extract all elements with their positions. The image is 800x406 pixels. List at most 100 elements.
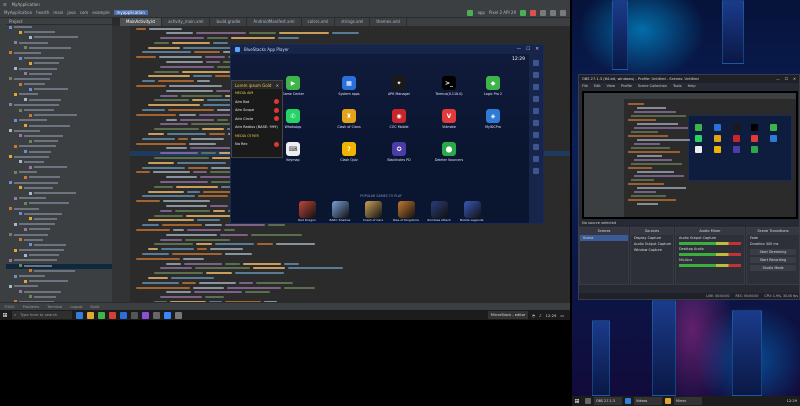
android-app-icon[interactable]: ? Clash Quiz bbox=[334, 142, 364, 162]
status-logcat[interactable]: Logcat bbox=[70, 305, 82, 309]
taskbar-window-button[interactable]: OBS 27.1.3 bbox=[594, 397, 622, 405]
status-terminal[interactable]: Terminal bbox=[47, 305, 62, 309]
android-app-icon[interactable]: >_ Termux(0.118.0) bbox=[434, 76, 464, 96]
screenshot-icon[interactable] bbox=[533, 96, 539, 102]
breadcrumb-0[interactable]: MyApplication bbox=[4, 10, 32, 15]
start-recording-button[interactable]: Start Recording bbox=[750, 257, 796, 263]
popular-game-tile[interactable]: Red Dragon Legend bbox=[293, 201, 321, 223]
popular-game-tile[interactable]: RAID: Shadow Legends bbox=[326, 201, 354, 223]
app-icon[interactable] bbox=[665, 398, 671, 404]
location-icon[interactable] bbox=[533, 120, 539, 126]
status-problems[interactable]: Problems bbox=[23, 305, 40, 309]
editor-tab[interactable]: themes.xml bbox=[370, 18, 407, 26]
sync-icon[interactable] bbox=[540, 9, 546, 16]
play-icon[interactable] bbox=[520, 9, 526, 16]
breadcrumb-6[interactable]: myapplication bbox=[113, 10, 148, 15]
toggle-switch[interactable] bbox=[274, 107, 279, 113]
menu-icon[interactable]: ☰ bbox=[3, 2, 7, 7]
back-icon[interactable] bbox=[533, 168, 539, 174]
toggle-switch[interactable] bbox=[274, 141, 279, 147]
editor-tab[interactable]: strings.xml bbox=[335, 18, 371, 26]
status-todo[interactable]: TODO bbox=[4, 305, 15, 309]
close-icon[interactable]: ✕ bbox=[535, 47, 539, 52]
editor-tab[interactable]: build.gradle bbox=[210, 18, 248, 26]
android-studio-icon[interactable] bbox=[98, 311, 105, 319]
android-app-icon[interactable]: V Vidmate bbox=[434, 109, 464, 129]
editor-tab[interactable]: activity_main.xml bbox=[162, 18, 211, 26]
volume-meter[interactable] bbox=[679, 253, 741, 256]
duration-value[interactable]: 300 ms bbox=[766, 242, 779, 246]
taskbar-clock[interactable]: 12:29 bbox=[545, 313, 556, 318]
network-icon[interactable]: ◔ bbox=[532, 313, 535, 318]
obs-preview[interactable] bbox=[582, 91, 798, 219]
android-app-icon[interactable]: ◉ COC Mobile bbox=[384, 109, 414, 129]
studio-mode-button[interactable]: Studio Mode bbox=[750, 265, 796, 271]
obs-menu-item[interactable]: Scene Collection bbox=[638, 84, 667, 88]
editor-tab[interactable]: colors.xml bbox=[302, 18, 336, 26]
obs-menu-item[interactable]: File bbox=[582, 84, 588, 88]
obs-menu-item[interactable]: View bbox=[607, 84, 615, 88]
close-icon[interactable]: ✕ bbox=[276, 83, 279, 88]
mod-menu-toggle[interactable]: Aim Bot bbox=[232, 98, 282, 107]
volume-icon[interactable] bbox=[533, 72, 539, 78]
status-build[interactable]: Build bbox=[90, 305, 99, 309]
settings-icon[interactable] bbox=[533, 156, 539, 162]
mod-menu-toggle[interactable]: Aim Circle bbox=[232, 115, 282, 124]
app-icon[interactable] bbox=[153, 311, 160, 319]
popular-game-tile[interactable]: Zombies Attack bbox=[425, 201, 453, 223]
minimize-icon[interactable]: — bbox=[517, 47, 522, 52]
taskbar-window-button[interactable]: Mirror bbox=[674, 397, 702, 405]
taskbar-window-button[interactable]: MirrorStack - editor bbox=[487, 311, 528, 319]
task-view-icon[interactable] bbox=[76, 311, 83, 319]
stop-icon[interactable] bbox=[530, 9, 536, 16]
editor-tab[interactable]: AndroidManifest.xml bbox=[247, 18, 302, 26]
start-streaming-button[interactable]: Start Streaming bbox=[750, 249, 796, 255]
mod-menu-toggle[interactable]: Aim Radius (BASE: 999) bbox=[232, 123, 282, 132]
mod-menu-toggle[interactable]: Aim Scope bbox=[232, 106, 282, 115]
fullscreen-icon[interactable] bbox=[533, 60, 539, 66]
volume-meter[interactable] bbox=[679, 242, 741, 245]
device-selector[interactable]: Pixel 2 API 29 bbox=[489, 10, 516, 15]
android-app-icon[interactable]: ✦ APK Manager bbox=[384, 76, 414, 96]
search-icon[interactable] bbox=[560, 9, 566, 16]
editor-tab[interactable]: MainActivity.kt bbox=[120, 18, 163, 26]
file-explorer-icon[interactable] bbox=[87, 311, 94, 319]
minimize-icon[interactable]: — bbox=[776, 77, 780, 81]
app-icon[interactable] bbox=[625, 398, 631, 404]
popular-game-tile[interactable]: Crash of Cars bbox=[359, 201, 387, 223]
close-icon[interactable]: ✕ bbox=[793, 77, 796, 81]
maximize-icon[interactable]: ☐ bbox=[526, 47, 530, 52]
toggle-switch[interactable] bbox=[274, 116, 279, 122]
obs-icon[interactable] bbox=[131, 311, 138, 319]
android-app-icon[interactable]: ◈ MyIDCPro bbox=[478, 109, 508, 129]
windows-start-icon[interactable]: ⊞ bbox=[572, 398, 582, 405]
source-item[interactable]: Window Capture bbox=[631, 247, 673, 253]
mod-menu-toggle[interactable]: No Rec bbox=[232, 140, 282, 149]
install-apk-icon[interactable] bbox=[533, 108, 539, 114]
maximize-icon[interactable]: ☐ bbox=[785, 77, 788, 81]
popular-game-tile[interactable]: Mobile Legends: Bang Bang bbox=[458, 201, 486, 223]
bluestacks-icon[interactable] bbox=[120, 311, 127, 319]
app-icon[interactable] bbox=[142, 311, 149, 319]
toggle-switch[interactable] bbox=[274, 99, 279, 105]
android-app-icon[interactable]: ♜ Clash of Clans bbox=[334, 109, 364, 129]
obs-menu-item[interactable]: Profile bbox=[621, 84, 632, 88]
scene-item[interactable]: Scene bbox=[580, 235, 628, 241]
breadcrumb-5[interactable]: example bbox=[92, 10, 109, 15]
obs-menu-item[interactable]: Edit bbox=[594, 84, 601, 88]
breadcrumb-4[interactable]: com bbox=[80, 10, 89, 15]
run-icon[interactable] bbox=[467, 9, 474, 16]
run-config[interactable]: app bbox=[477, 10, 485, 15]
notification-icon[interactable]: ▭ bbox=[560, 313, 564, 318]
taskbar-clock[interactable]: 12:29 bbox=[787, 399, 800, 403]
breadcrumb-2[interactable]: main bbox=[53, 10, 63, 15]
app-icon[interactable] bbox=[585, 398, 591, 404]
avd-manager-icon[interactable] bbox=[550, 9, 556, 16]
obs-menu-item[interactable]: Tools bbox=[673, 84, 682, 88]
android-app-icon[interactable]: ◆ Logic Pro 2 bbox=[478, 76, 508, 96]
popular-game-tile[interactable]: Rise of Kingdoms bbox=[392, 201, 420, 223]
keyboard-icon[interactable] bbox=[533, 84, 539, 90]
app-icon[interactable] bbox=[175, 311, 182, 319]
taskbar-window-button[interactable]: Videos bbox=[634, 397, 662, 405]
taskbar-search[interactable]: ⌕ Type here to search bbox=[12, 311, 72, 319]
